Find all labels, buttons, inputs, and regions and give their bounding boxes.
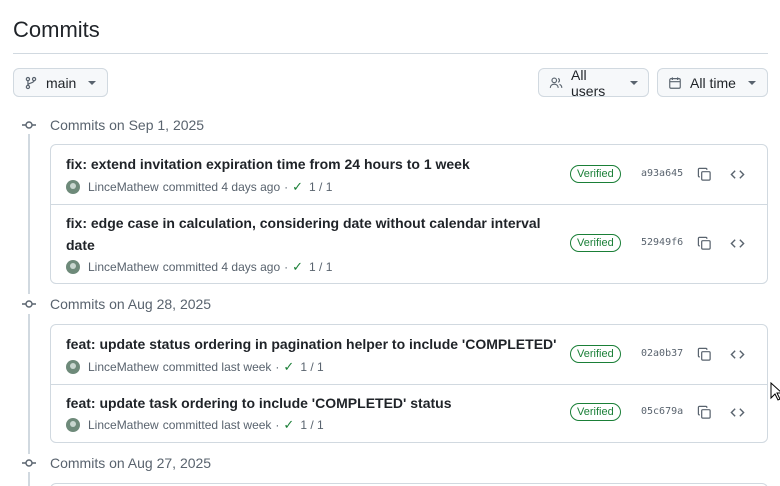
commit-group-label: Commits on Aug 28, 2025 [50,296,212,312]
check-icon[interactable]: ✓ [283,417,294,433]
branch-label: main [46,74,77,91]
commit-author[interactable]: LinceMathew [88,180,159,194]
page-title: Commits [13,17,100,42]
commit-author[interactable]: LinceMathew [88,360,159,374]
checks-count[interactable]: 1 / 1 [300,418,323,432]
copy-icon[interactable] [695,165,713,183]
checks-count[interactable]: 1 / 1 [309,260,332,274]
checks-count[interactable]: 1 / 1 [309,180,332,194]
verified-badge[interactable]: Verified [570,403,621,421]
commit-meta: LinceMathew committed 4 days ago · ✓ 1 /… [66,179,332,195]
verified-badge[interactable]: Verified [570,165,621,183]
commit-meta: LinceMathew committed last week · ✓ 1 / … [66,417,324,433]
commit-meta: LinceMathew committed last week · ✓ 1 / … [66,359,324,375]
commit-group-label: Commits on Aug 27, 2025 [50,455,212,471]
commit-group-header: Commits on Aug 28, 2025 [18,294,211,314]
chevron-down-icon [630,80,638,85]
verified-badge[interactable]: Verified [570,234,621,252]
commit-sha[interactable]: 02a0b37 [641,348,683,359]
people-icon [549,76,563,90]
avatar[interactable] [66,260,80,274]
code-icon[interactable] [728,234,746,252]
commit-sha[interactable]: a93a645 [641,168,683,179]
timeline-line [28,134,30,294]
copy-icon[interactable] [695,345,713,363]
users-filter-label: All users [571,66,606,99]
commit-list-card: fix: extend invitation expiration time f… [50,144,768,284]
commit-sha[interactable]: 52949f6 [641,237,683,248]
commit-time: committed 4 days ago [162,180,281,194]
commit-message-link[interactable]: feat: update status ordering in paginati… [66,333,566,355]
copy-icon[interactable] [695,234,713,252]
verified-badge[interactable]: Verified [570,345,621,363]
avatar[interactable] [66,360,80,374]
commit-node-icon [18,296,40,312]
commit-row: fix: edge case in calculation, consideri… [51,205,767,284]
commit-row: fix: extend invitation expiration time f… [51,145,767,204]
commit-time: committed last week [162,418,272,432]
code-icon[interactable] [728,403,746,421]
chevron-down-icon [747,80,756,85]
copy-icon[interactable] [695,403,713,421]
check-icon[interactable]: ✓ [292,259,303,275]
commit-group-header: Commits on Sep 1, 2025 [18,115,204,135]
commit-sha[interactable]: 05c679a [641,406,683,417]
check-icon[interactable]: ✓ [292,179,303,195]
users-filter-button[interactable]: All users [538,66,649,99]
commit-message-link[interactable]: feat: update task ordering to include 'C… [66,392,546,414]
mouse-cursor-icon [770,381,780,407]
code-icon[interactable] [728,345,746,363]
time-filter-label: All time [690,74,736,91]
avatar[interactable] [66,418,80,432]
commit-group-label: Commits on Sep 1, 2025 [50,117,205,133]
commit-group-header: Commits on Aug 27, 2025 [18,453,211,473]
commit-message-link[interactable]: fix: edge case in calculation, consideri… [66,212,546,256]
timeline-line [28,314,30,454]
chevron-down-icon [88,80,97,85]
timeline-line [28,472,30,486]
checks-count[interactable]: 1 / 1 [300,360,323,374]
commit-author[interactable]: LinceMathew [88,418,159,432]
commit-node-icon [18,455,40,471]
avatar[interactable] [66,180,80,194]
commit-time: committed last week [162,360,272,374]
commit-node-icon [18,117,40,133]
commit-meta: LinceMathew committed 4 days ago · ✓ 1 /… [66,259,332,275]
commit-author[interactable]: LinceMathew [88,260,159,274]
commit-row: feat: update task ordering to include 'C… [51,385,767,443]
git-branch-icon [24,76,38,90]
code-icon[interactable] [728,165,746,183]
commit-list-card: feat: update status ordering in paginati… [50,324,768,443]
commit-row: feat: update status ordering in paginati… [51,325,767,384]
check-icon[interactable]: ✓ [283,359,294,375]
branch-select-button[interactable]: main [13,68,108,97]
time-filter-button[interactable]: All time [657,68,768,97]
commit-message-link[interactable]: fix: extend invitation expiration time f… [66,153,546,175]
commit-time: committed 4 days ago [162,260,281,274]
calendar-icon [668,76,682,90]
title-divider [13,53,768,54]
